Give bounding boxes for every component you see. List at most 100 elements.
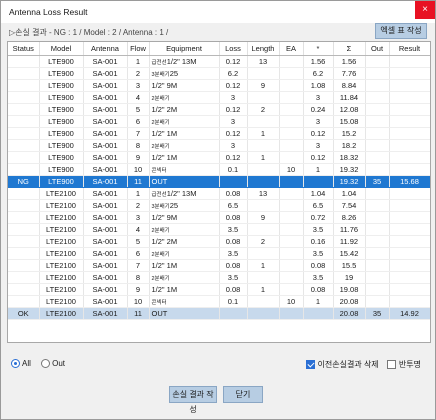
table-row[interactable]: LTE900 SA-001 8 2분배기 3 3 18.2 [8,139,430,152]
table-row[interactable]: LTE900 SA-001 1 급전선1/2" 13M 0.12 13 1.56 1.56 [8,55,430,68]
cell-equipment: 1/2" 9M [149,79,220,92]
table-row[interactable]: LTE2100 SA-001 2 3분배기25 6.5 6.5 7.54 [8,199,430,212]
column-header[interactable]: * [303,42,334,56]
table-row[interactable]: LTE900 SA-001 3 1/2" 9M 0.12 9 1.08 8.84 [8,79,430,92]
cell-sigma: 18.2 [333,139,366,152]
column-header[interactable]: Loss [219,42,248,56]
cell-flow: 2 [127,67,150,80]
column-header[interactable]: Length [247,42,280,56]
table-row[interactable]: LTE900 SA-001 9 1/2" 1M 0.12 1 0.12 18.32 [8,151,430,164]
column-header[interactable]: Result [389,42,430,56]
cell-equipment: 2분배기 [149,115,220,128]
column-header[interactable]: Equipment [149,42,220,56]
radio-out-label[interactable]: Out [52,359,65,368]
equipment-korean-label: 3분배기 [151,71,170,78]
cell-equipment: 2분배기 [149,247,220,260]
table-row[interactable]: NG LTE900 SA-001 11 OUT 19.32 35 15.68 [8,175,430,188]
table-row[interactable]: LTE2100 SA-001 5 1/2" 2M 0.08 2 0.16 11.92 [8,235,430,248]
cell-status [8,259,40,272]
cell-model: LTE900 [39,115,84,128]
cell-model: LTE2100 [39,283,84,296]
table-row[interactable]: LTE2100 SA-001 7 1/2" 1M 0.08 1 0.08 15.5 [8,259,430,272]
cell-star: 0.08 [303,283,334,296]
column-header[interactable]: Σ [333,42,366,56]
cell-star: 1.04 [303,187,334,200]
create-loss-report-button[interactable]: 손실 결과 작성 [169,386,217,414]
cell-sigma: 19 [333,271,366,284]
cell-model: LTE2100 [39,235,84,248]
column-header[interactable]: Flow [127,42,150,56]
table-row[interactable]: LTE2100 SA-001 3 1/2" 9M 0.08 9 0.72 8.26 [8,211,430,224]
cell-loss: 0.08 [219,259,248,272]
cell-length: 13 [247,55,280,68]
cell-flow: 6 [127,247,150,260]
table-row[interactable]: LTE900 SA-001 4 2분배기 3 3 11.84 [8,91,430,104]
prev-delete-checkbox[interactable] [305,360,315,369]
cell-result [389,247,430,260]
semi-transparent-label[interactable]: 반투명 [399,359,421,370]
cell-length [247,91,280,104]
equipment-label: 1/2" 1M [151,152,178,162]
cell-star: 0.16 [303,235,334,248]
cell-ea [279,67,304,80]
equipment-korean-label: 급전선 [151,59,167,66]
column-header[interactable]: Antenna [83,42,128,56]
table-row[interactable]: LTE900 SA-001 6 2분배기 3 3 15.08 [8,115,430,128]
cell-flow: 8 [127,271,150,284]
cell-ea [279,247,304,260]
cell-status [8,163,40,176]
cell-status [8,295,40,308]
table-row[interactable]: LTE2100 SA-001 1 급전선1/2" 13M 0.08 13 1.04 1.04 [8,187,430,200]
cell-sigma: 20.08 [333,307,366,320]
cell-status [8,115,40,128]
cell-status [8,91,40,104]
table-row[interactable]: LTE2100 SA-001 9 1/2" 1M 0.08 1 0.08 19.08 [8,283,430,296]
cell-sigma: 18.32 [333,151,366,164]
cell-star: 1 [303,295,334,308]
cell-ea [279,55,304,68]
cell-loss: 0.1 [219,163,248,176]
cell-star: 0.12 [303,127,334,140]
table-row[interactable]: LTE900 SA-001 7 1/2" 1M 0.12 1 0.12 15.2 [8,127,430,140]
cell-ea [279,271,304,284]
cell-model: LTE900 [39,127,84,140]
radio-all[interactable] [11,359,20,369]
result-table-container[interactable]: Status Model Antenna Flow Equipment Loss Lengt… [7,41,431,343]
table-row[interactable]: OK LTE2100 SA-001 11 OUT 20.08 35 14.92 [8,307,430,320]
window-title: Antenna Loss Result [9,7,88,17]
equipment-label: 1/2" 1M [151,128,178,138]
cell-antenna: SA-001 [83,79,128,92]
cell-star: 0.08 [303,259,334,272]
bottom-panel: All Out 이전손실결과 삭제 반투명 손실 결과 작성 닫기 [1,351,435,419]
cell-model: LTE2100 [39,187,84,200]
table-row[interactable]: LTE900 SA-001 10 콘넥터 0.1 10 1 19.32 [8,163,430,176]
cell-result [389,79,430,92]
cell-antenna: SA-001 [83,187,128,200]
cell-flow: 9 [127,151,150,164]
column-header[interactable]: Model [39,42,84,56]
equipment-korean-label: 2분배기 [151,251,170,258]
radio-out[interactable] [41,359,51,369]
table-row[interactable]: LTE2100 SA-001 10 콘넥터 0.1 10 1 20.08 [8,295,430,308]
cell-out [365,151,390,164]
cell-antenna: SA-001 [83,235,128,248]
excel-export-button[interactable]: 엑셀 표 작성 [375,23,427,39]
table-row[interactable]: LTE2100 SA-001 8 2분배기 3.5 3.5 19 [8,271,430,284]
cell-star: 6.2 [303,67,334,80]
column-header[interactable]: Out [365,42,390,56]
cell-out [365,187,390,200]
radio-all-label[interactable]: All [22,359,31,368]
cell-antenna: SA-001 [83,211,128,224]
cell-status [8,247,40,260]
close-button[interactable]: 닫기 [223,386,263,403]
table-row[interactable]: LTE2100 SA-001 4 2분배기 3.5 3.5 11.76 [8,223,430,236]
table-row[interactable]: LTE900 SA-001 2 3분배기25 6.2 6.2 7.76 [8,67,430,80]
column-header[interactable]: EA [279,42,304,56]
close-window-button[interactable]: × [415,1,435,19]
semi-transparent-checkbox[interactable] [386,360,396,369]
cell-result [389,283,430,296]
prev-delete-label[interactable]: 이전손실결과 삭제 [318,359,379,370]
table-row[interactable]: LTE2100 SA-001 6 2분배기 3.5 3.5 15.42 [8,247,430,260]
column-header[interactable]: Status [8,42,40,56]
table-row[interactable]: LTE900 SA-001 5 1/2" 2M 0.12 2 0.24 12.08 [8,103,430,116]
